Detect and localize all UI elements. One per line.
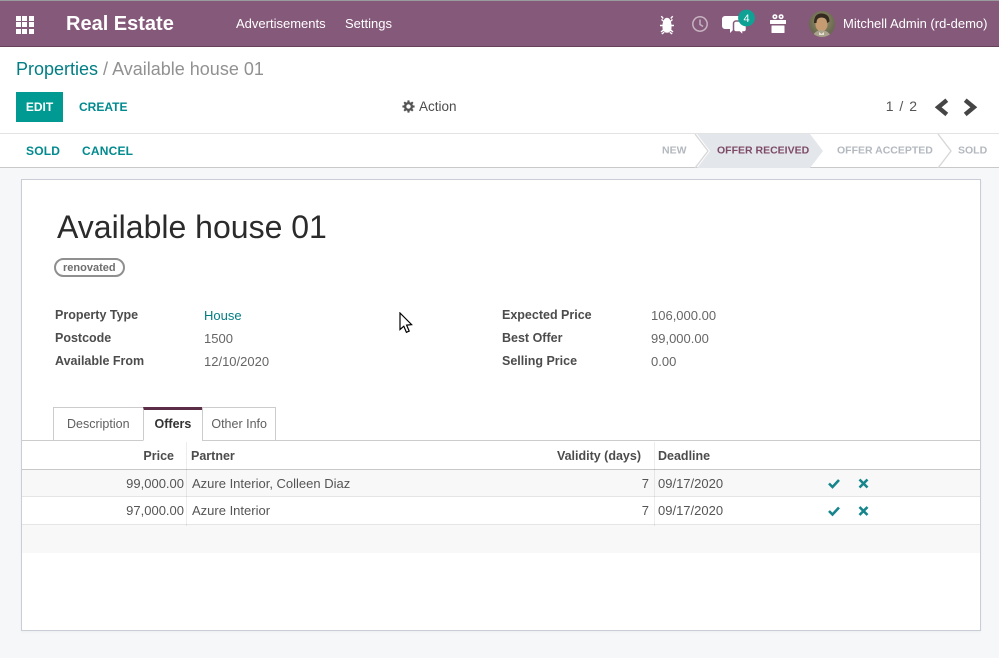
svg-text:OFFER ACCEPTED: OFFER ACCEPTED: [837, 145, 933, 157]
svg-text:OFFER RECEIVED: OFFER RECEIVED: [717, 145, 810, 157]
svg-text:4: 4: [743, 13, 749, 25]
svg-text:SOLD: SOLD: [958, 145, 988, 157]
svg-text:NEW: NEW: [662, 145, 687, 157]
